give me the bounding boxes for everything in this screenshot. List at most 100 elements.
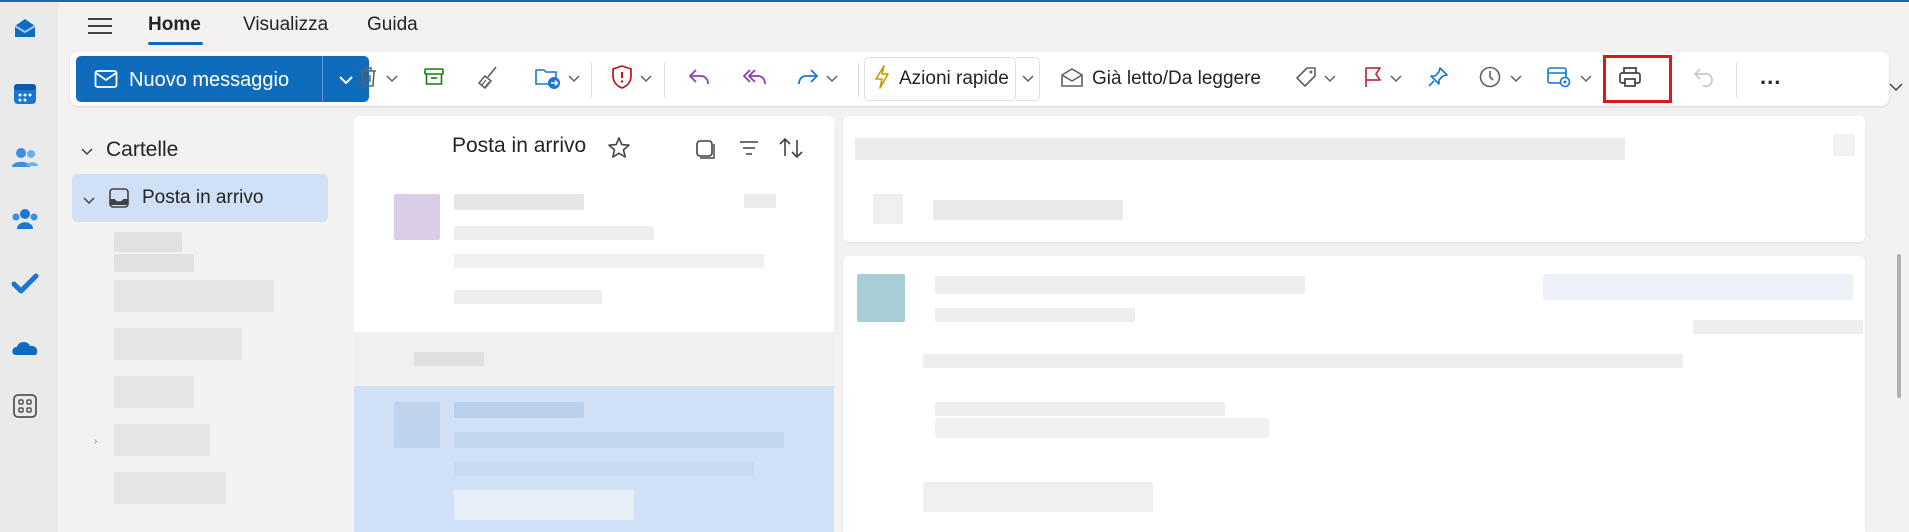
- email-subject-obscured: [855, 138, 1625, 160]
- snooze-button[interactable]: [1478, 62, 1522, 96]
- chevron-down-icon[interactable]: [826, 70, 838, 88]
- people-icon[interactable]: [9, 142, 41, 174]
- quick-actions-dropdown[interactable]: [1016, 57, 1040, 101]
- ribbon-separator: [1736, 62, 1737, 98]
- message-item-selected[interactable]: [354, 386, 834, 532]
- message-list-title: Posta in arrivo: [452, 134, 587, 157]
- folder-item-obscured[interactable]: [114, 254, 194, 272]
- trash-icon: [356, 65, 380, 94]
- new-message-button[interactable]: Nuovo messaggio: [76, 56, 369, 102]
- message-group-header[interactable]: [354, 332, 834, 386]
- move-to-button[interactable]: [534, 62, 580, 96]
- groups-icon[interactable]: [9, 204, 41, 236]
- more-options-button[interactable]: ...: [1760, 60, 1781, 94]
- envelope-open-icon: [1060, 66, 1084, 93]
- group-header-obscured: [414, 352, 484, 366]
- folder-item-obscured[interactable]: [114, 472, 226, 504]
- folder-item-obscured[interactable]: [114, 280, 274, 312]
- chevron-right-icon[interactable]: ›: [94, 436, 97, 447]
- reading-pane-scrollbar[interactable]: [1897, 254, 1901, 398]
- header-meta-obscured: [933, 200, 1123, 220]
- folder-item-obscured[interactable]: [114, 424, 210, 456]
- message-sender-obscured: [454, 194, 584, 210]
- sender-name-obscured: [935, 276, 1305, 294]
- message-list: Posta in arrivo: [354, 116, 834, 532]
- chevron-down-icon[interactable]: [386, 70, 398, 88]
- folder-item-inbox[interactable]: Posta in arrivo: [72, 174, 328, 222]
- archive-button[interactable]: [422, 62, 446, 96]
- reading-pane-header: [843, 116, 1865, 242]
- top-nav: Home Visualizza Guida: [58, 2, 1909, 50]
- tag-icon: [1294, 65, 1318, 94]
- folders-title[interactable]: Cartelle: [106, 138, 178, 162]
- undo-button[interactable]: [1692, 62, 1716, 96]
- inbox-label: Posta in arrivo: [142, 187, 264, 208]
- chevron-down-icon[interactable]: [82, 193, 96, 211]
- forward-button[interactable]: [796, 62, 838, 96]
- outlook-mail-icon[interactable]: [9, 12, 41, 44]
- select-mode-icon[interactable]: [694, 138, 716, 165]
- message-preview-obscured: [454, 254, 764, 268]
- new-message-label: Nuovo messaggio: [129, 69, 290, 91]
- categorize-button[interactable]: [1294, 62, 1336, 96]
- folder-item-obscured[interactable]: [114, 328, 242, 360]
- ribbon-separator: [858, 62, 859, 98]
- avatar: [857, 274, 905, 322]
- flag-button[interactable]: [1362, 62, 1402, 96]
- message-preview-obscured: [454, 290, 602, 304]
- chevron-down-icon[interactable]: [1390, 70, 1402, 88]
- archive-icon: [422, 65, 446, 94]
- pin-button[interactable]: [1426, 62, 1450, 96]
- star-icon[interactable]: [607, 136, 631, 165]
- new-message-split-divider: [322, 56, 323, 102]
- header-action-obscured[interactable]: [1833, 134, 1855, 156]
- chevron-down-icon[interactable]: [1510, 70, 1522, 88]
- chevron-down-icon[interactable]: [640, 70, 652, 88]
- message-time-obscured: [744, 194, 776, 208]
- chevron-down-icon[interactable]: [80, 144, 94, 162]
- reading-pane-body: [843, 256, 1865, 532]
- hamburger-menu-icon[interactable]: [88, 16, 112, 36]
- reply-all-button[interactable]: [742, 62, 768, 96]
- avatar: [394, 402, 440, 448]
- report-button[interactable]: [610, 62, 652, 96]
- more-apps-icon[interactable]: [9, 390, 41, 422]
- message-date-obscured: [1693, 320, 1863, 334]
- folder-item-obscured[interactable]: [114, 376, 194, 408]
- mail-icon: [94, 68, 118, 95]
- chevron-down-icon[interactable]: [568, 70, 580, 88]
- filter-icon[interactable]: [738, 138, 760, 163]
- tab-help[interactable]: Guida: [367, 14, 418, 36]
- read-unread-button[interactable]: Già letto/Da leggere: [1060, 62, 1261, 96]
- delete-button[interactable]: [356, 62, 398, 96]
- ribbon-separator: [591, 62, 592, 98]
- sweep-button[interactable]: [476, 62, 502, 96]
- tab-home[interactable]: Home: [148, 14, 201, 36]
- chevron-down-icon[interactable]: [1580, 70, 1592, 88]
- broom-icon: [476, 64, 502, 95]
- folder-item-obscured[interactable]: [114, 232, 182, 252]
- avatar: [394, 194, 440, 240]
- message-subject-obscured: [454, 432, 784, 448]
- onedrive-icon[interactable]: [9, 332, 41, 364]
- message-subject-obscured: [454, 226, 654, 240]
- reply-icon: [687, 66, 711, 93]
- message-body-obscured: [923, 482, 1153, 512]
- message-sender-obscured: [454, 402, 584, 418]
- calendar-icon[interactable]: [9, 78, 41, 110]
- quick-actions-button[interactable]: Azioni rapide: [864, 57, 1016, 101]
- rules-button[interactable]: [1546, 62, 1592, 96]
- chevron-down-icon: [1021, 70, 1034, 88]
- ribbon-expand-icon[interactable]: [1888, 80, 1904, 98]
- tab-view[interactable]: Visualizza: [243, 14, 328, 36]
- folder-move-icon: [534, 64, 562, 95]
- message-actions-obscured[interactable]: [1543, 274, 1853, 300]
- rules-settings-icon: [1546, 65, 1572, 94]
- active-tab-indicator: [148, 42, 203, 45]
- new-message-dropdown-icon[interactable]: [338, 73, 354, 91]
- reply-button[interactable]: [687, 62, 711, 96]
- sort-icon[interactable]: [778, 136, 804, 165]
- todo-icon[interactable]: [9, 268, 41, 300]
- chevron-down-icon[interactable]: [1324, 70, 1336, 88]
- shield-icon: [610, 64, 634, 95]
